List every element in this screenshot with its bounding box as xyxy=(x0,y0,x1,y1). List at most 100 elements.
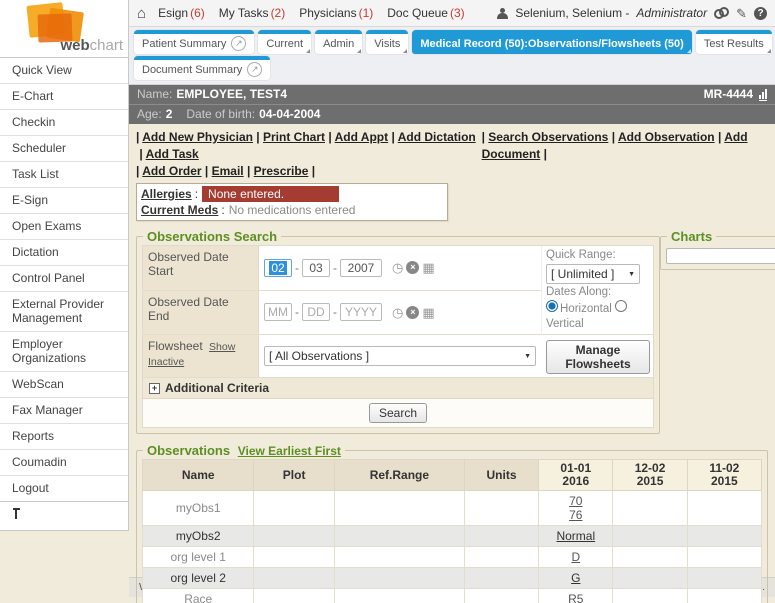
wand-icon[interactable]: ✎ xyxy=(736,7,747,20)
current-meds-link[interactable]: Current Meds xyxy=(141,203,218,217)
obs-value-link[interactable]: 70 xyxy=(541,494,610,508)
sidebar-item-dictation[interactable]: Dictation xyxy=(0,239,128,265)
sidebar-item-external-provider-management[interactable]: External Provider Management xyxy=(0,291,128,331)
obs-value-link[interactable]: G xyxy=(541,571,610,585)
action-link-add-dictation[interactable]: Add Dictation xyxy=(398,130,476,144)
end-year-input[interactable]: YYYY xyxy=(340,303,382,321)
sidebar-item-reports[interactable]: Reports xyxy=(0,423,128,449)
clear-date-icon[interactable] xyxy=(406,306,419,319)
sidebar-item-scheduler[interactable]: Scheduler xyxy=(0,135,128,161)
home-icon[interactable]: ⌂ xyxy=(137,6,146,21)
sidebar-item-control-panel[interactable]: Control Panel xyxy=(0,265,128,291)
topnav-esign[interactable]: Esign (6) xyxy=(158,6,205,20)
bar-chart-icon[interactable] xyxy=(759,87,767,101)
search-button[interactable]: Search xyxy=(369,403,427,423)
sidebar-item-logout[interactable]: Logout xyxy=(0,475,128,501)
colon: : xyxy=(195,187,198,201)
column-header-name[interactable]: Name xyxy=(143,460,254,491)
tab-visits[interactable]: Visits xyxy=(366,30,408,54)
action-link-add-task[interactable]: Add Task xyxy=(146,147,199,161)
sidebar-item-fax-manager[interactable]: Fax Manager xyxy=(0,397,128,423)
column-header-date[interactable]: 12-022015 xyxy=(613,460,687,491)
separator: | xyxy=(244,164,254,178)
popout-icon[interactable] xyxy=(247,62,262,77)
topnav-label: Doc Queue xyxy=(387,6,448,20)
flowsheet-select[interactable]: [ All Observations ]▼ xyxy=(264,346,536,366)
sidebar-item-webscan[interactable]: WebScan xyxy=(0,371,128,397)
sidebar-item-task-list[interactable]: Task List xyxy=(0,161,128,187)
tab-current[interactable]: Current xyxy=(258,30,311,54)
action-link-search-observations[interactable]: Search Observations xyxy=(488,130,608,144)
sidebar-item-employer-organizations[interactable]: Employer Organizations xyxy=(0,331,128,371)
start-month-input[interactable]: 02 xyxy=(264,259,292,277)
obs-units-cell xyxy=(464,491,538,526)
topnav-my-tasks[interactable]: My Tasks (2) xyxy=(219,6,285,20)
obs-name-cell: Race xyxy=(143,589,254,603)
view-earliest-first-link[interactable]: View Earliest First xyxy=(238,444,341,458)
obs-value-link[interactable]: Normal xyxy=(541,529,610,543)
webchart-logo[interactable]: webchart xyxy=(0,0,129,58)
separator: | xyxy=(308,164,315,178)
start-year-input[interactable]: 2007 xyxy=(340,259,382,277)
additional-criteria-toggle[interactable]: Additional Criteria xyxy=(143,378,653,399)
vertical-radio[interactable] xyxy=(615,300,627,312)
action-link-add-appt[interactable]: Add Appt xyxy=(335,130,389,144)
time-icon[interactable] xyxy=(392,261,403,274)
calendar-icon[interactable] xyxy=(422,261,434,274)
observations-results-fieldset: Observations View Earliest First Name Pl… xyxy=(136,443,768,603)
obs-value-link[interactable]: 76 xyxy=(541,508,610,522)
sidebar-pin-row[interactable] xyxy=(0,502,129,531)
topnav-doc-queue[interactable]: Doc Queue (3) xyxy=(387,6,464,20)
tab-label: Document Summary xyxy=(142,64,242,76)
column-header-units[interactable]: Units xyxy=(464,460,538,491)
sidebar-item-open-exams[interactable]: Open Exams xyxy=(0,213,128,239)
horizontal-radio[interactable] xyxy=(546,300,558,312)
time-icon[interactable] xyxy=(392,306,403,319)
sidebar-item-coumadin[interactable]: Coumadin xyxy=(0,449,128,475)
tab-admin[interactable]: Admin xyxy=(315,30,362,54)
chevron-down-icon: ▼ xyxy=(628,267,635,282)
popout-icon[interactable] xyxy=(231,36,246,51)
patient-dob-label: Date of birth: xyxy=(186,107,255,121)
column-header-date[interactable]: 01-012016 xyxy=(539,460,613,491)
tab-medical-record-50-observations-flowsheets-50[interactable]: Medical Record (50):Observations/Flowshe… xyxy=(412,30,691,54)
end-day-input[interactable]: DD xyxy=(302,303,330,321)
topnav-physicians[interactable]: Physicians (1) xyxy=(299,6,373,20)
observed-date-end-inputs: MM DD YYYY xyxy=(259,291,541,336)
clear-date-icon[interactable] xyxy=(406,261,419,274)
charts-select[interactable]: ▼ xyxy=(666,248,775,264)
column-header-refrange[interactable]: Ref.Range xyxy=(334,460,464,491)
action-link-add-observation[interactable]: Add Observation xyxy=(618,130,715,144)
start-day-input[interactable]: 03 xyxy=(302,259,330,277)
end-month-input[interactable]: MM xyxy=(264,303,292,321)
link-chain-icon[interactable] xyxy=(714,7,729,19)
observations-legend: Observations View Earliest First xyxy=(143,443,345,458)
obs-value-link[interactable]: D xyxy=(541,550,610,564)
action-link-print-chart[interactable]: Print Chart xyxy=(263,130,325,144)
obs-name-cell: org level 2 xyxy=(143,568,254,589)
help-icon[interactable] xyxy=(754,7,767,20)
calendar-icon[interactable] xyxy=(422,306,434,319)
action-link-prescribe[interactable]: Prescribe xyxy=(254,164,309,178)
tab-label: Test Results xyxy=(704,38,764,50)
action-links-row-2: | Add Order | Email | Prescribe | xyxy=(136,163,769,180)
column-header-plot[interactable]: Plot xyxy=(254,460,334,491)
sidebar-filler xyxy=(0,531,129,603)
sidebar-item-quick-view[interactable]: Quick View xyxy=(0,58,128,83)
action-link-email[interactable]: Email xyxy=(212,164,244,178)
tab-patient-summary[interactable]: Patient Summary xyxy=(134,30,254,54)
expand-plus-icon[interactable] xyxy=(149,383,160,394)
sidebar-item-checkin[interactable]: Checkin xyxy=(0,109,128,135)
quick-range-select[interactable]: [ Unlimited ]▼ xyxy=(546,264,640,284)
column-header-date[interactable]: 11-022015 xyxy=(687,460,761,491)
tab-document-summary[interactable]: Document Summary xyxy=(134,56,270,80)
sidebar-item-e-sign[interactable]: E-Sign xyxy=(0,187,128,213)
action-link-add-order[interactable]: Add Order xyxy=(142,164,201,178)
allergies-link[interactable]: Allergies xyxy=(141,187,192,201)
sidebar-item-e-chart[interactable]: E-Chart xyxy=(0,83,128,109)
pin-icon[interactable] xyxy=(12,508,21,520)
obs-value-link[interactable]: R5 xyxy=(541,592,610,603)
tab-test-results[interactable]: Test Results xyxy=(696,30,772,54)
action-link-add-new-physician[interactable]: Add New Physician xyxy=(142,130,253,144)
manage-flowsheets-button[interactable]: Manage Flowsheets xyxy=(546,340,650,374)
